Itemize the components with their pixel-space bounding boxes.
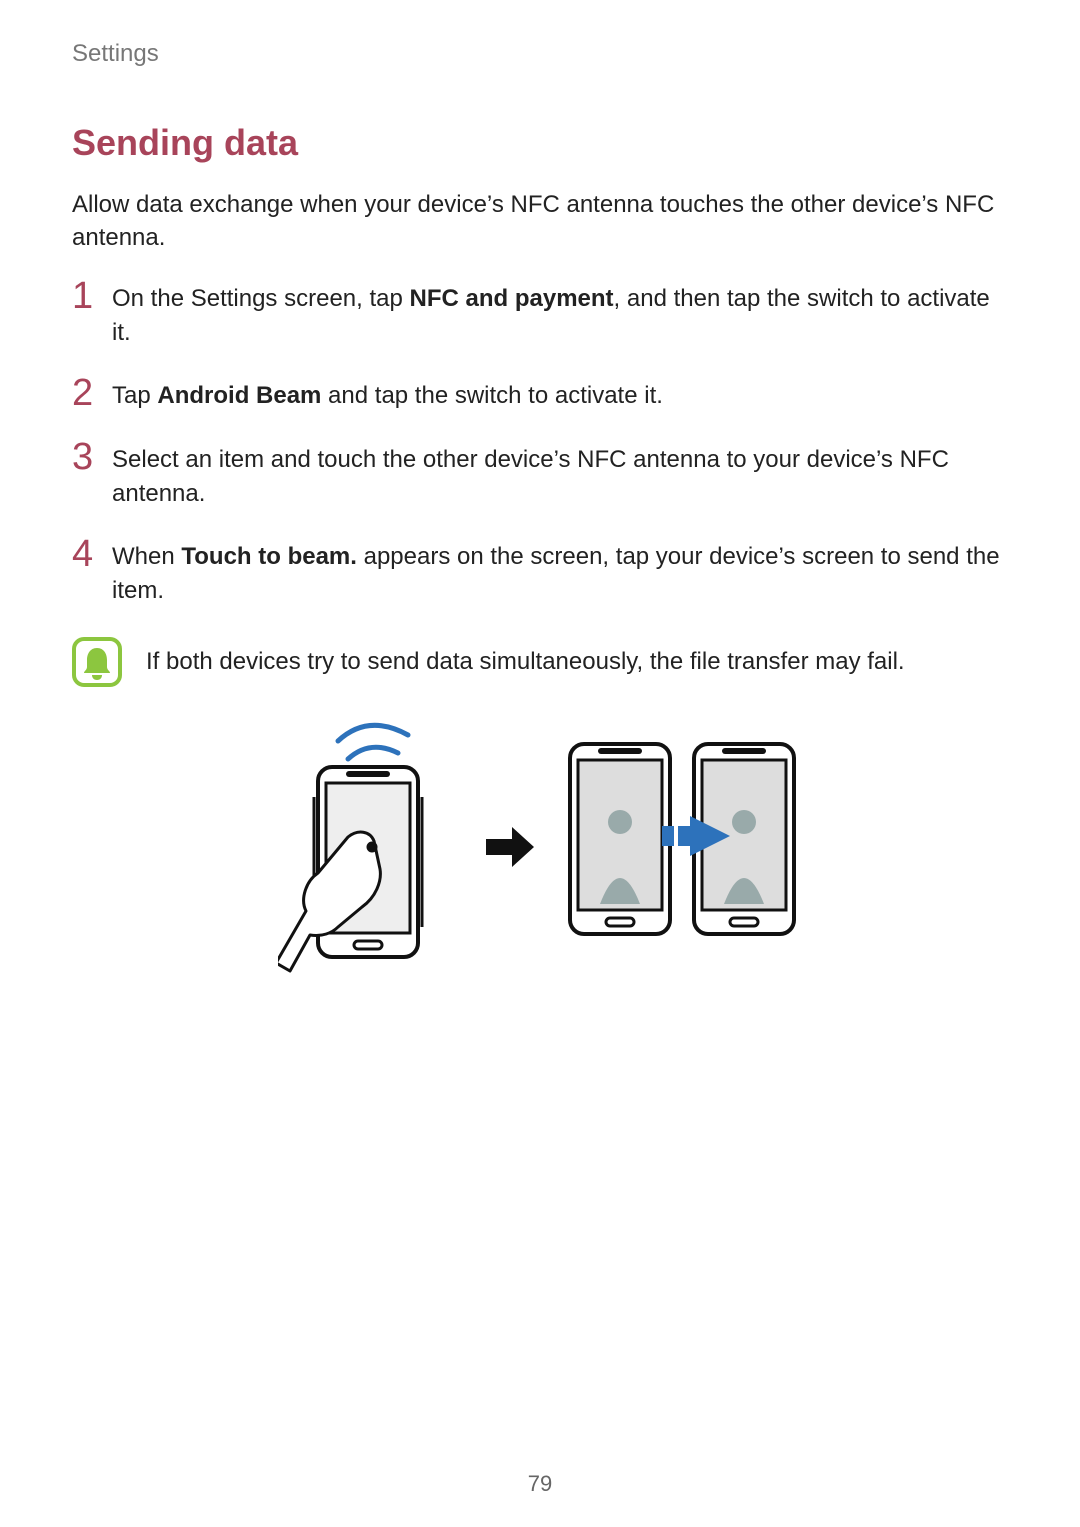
step-text: and tap the switch to activate it. [321, 382, 663, 409]
step-bold: Android Beam [157, 382, 321, 409]
steps-list: On the Settings screen, tap NFC and paym… [72, 282, 1008, 607]
arrow-right-icon [486, 827, 534, 872]
phones-beam-illustration [562, 732, 802, 967]
breadcrumb: Settings [72, 40, 1008, 68]
note-row: If both devices try to send data simulta… [72, 637, 1008, 687]
intro-paragraph: Allow data exchange when your device’s N… [72, 188, 1008, 254]
step-2: Tap Android Beam and tap the switch to a… [72, 379, 1008, 413]
section-title: Sending data [72, 122, 1008, 164]
note-text: If both devices try to send data simulta… [146, 648, 905, 676]
step-3: Select an item and touch the other devic… [72, 443, 1008, 510]
illustration [72, 717, 1008, 982]
step-text: Tap [112, 382, 157, 409]
step-text: When [112, 543, 181, 570]
page-number: 79 [0, 1471, 1080, 1497]
step-4: When Touch to beam. appears on the scree… [72, 540, 1008, 607]
step-bold: Touch to beam. [181, 543, 357, 570]
step-1: On the Settings screen, tap NFC and paym… [72, 282, 1008, 349]
phone-tap-illustration [278, 717, 458, 982]
step-text: Select an item and touch the other devic… [112, 446, 949, 507]
bell-icon [72, 637, 122, 687]
step-text: On the Settings screen, tap [112, 285, 410, 312]
manual-page: Settings Sending data Allow data exchang… [0, 0, 1080, 1527]
step-bold: NFC and payment [410, 285, 614, 312]
